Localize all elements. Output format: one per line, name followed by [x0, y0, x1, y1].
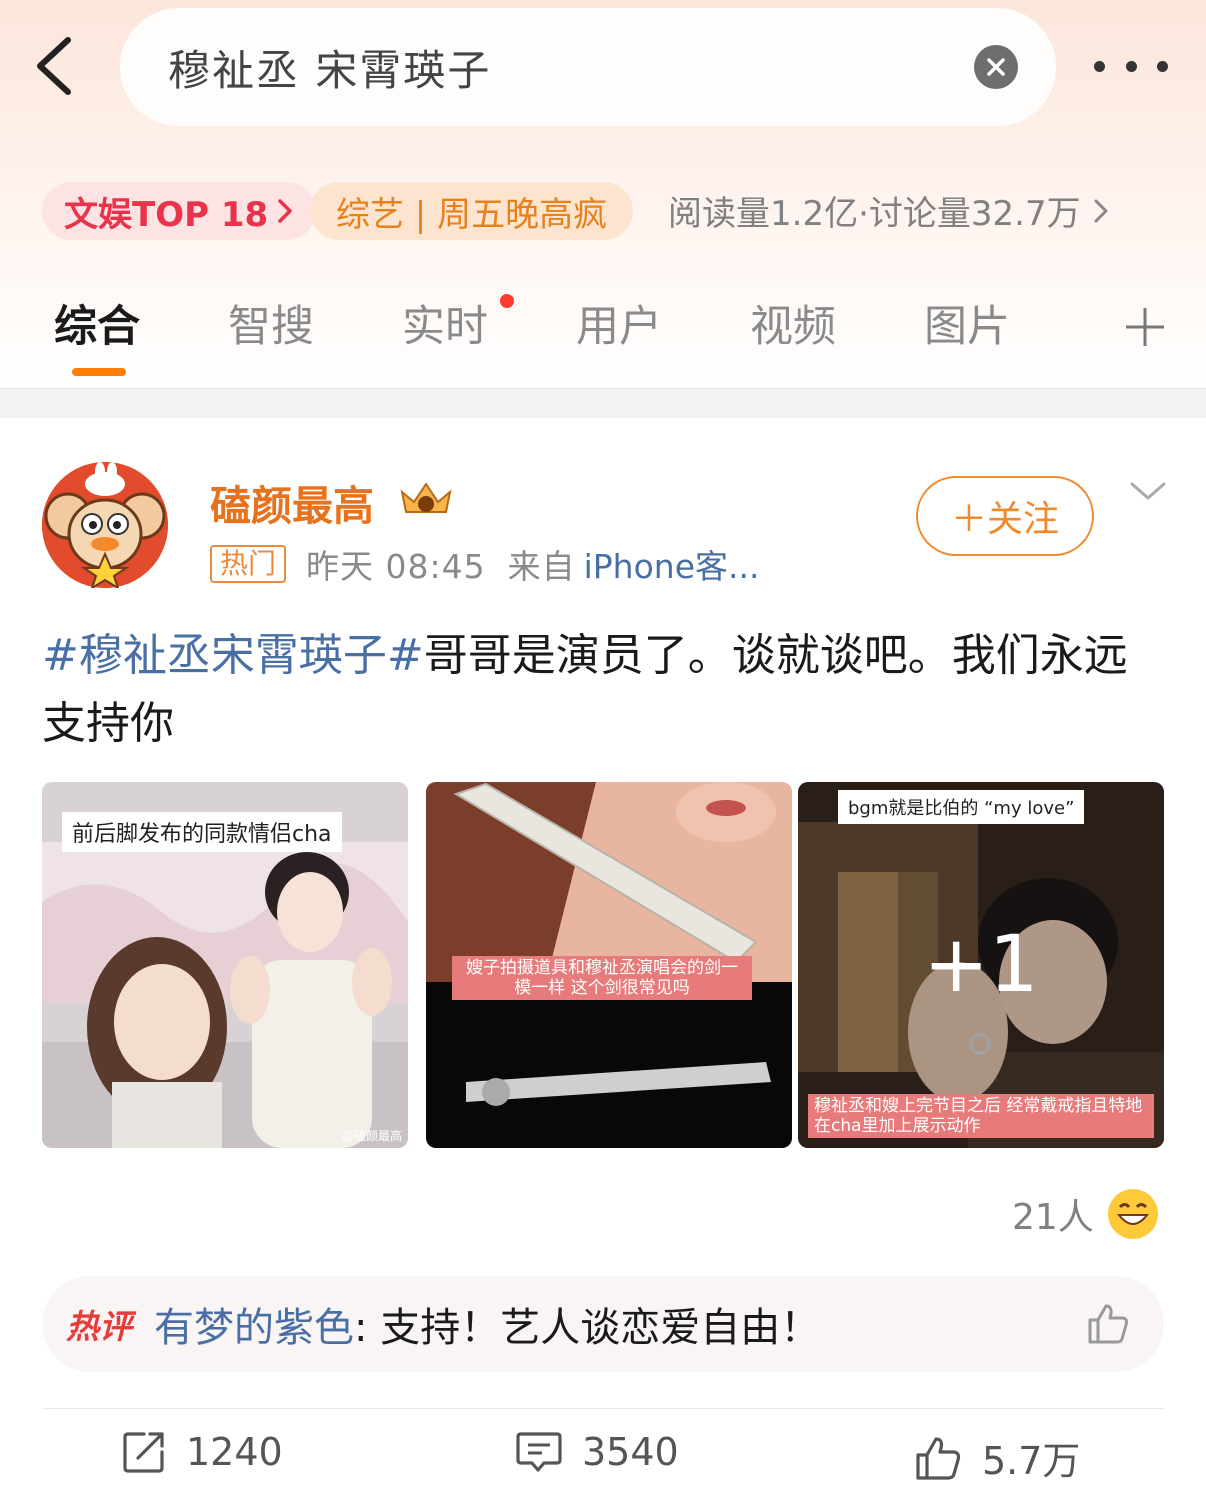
- search-input[interactable]: 穆祉丞 宋霄瑛子: [120, 8, 1056, 126]
- tab-images[interactable]: 图片: [924, 292, 1010, 354]
- post-image-2[interactable]: 嫂子拍摄道具和穆祉丞演唱会的剑一模一样 这个剑很常见吗: [426, 782, 792, 1148]
- active-tab-indicator: [72, 368, 126, 376]
- hot-comment[interactable]: 热评 有梦的紫色 : 支持！艺人谈恋爱自由！: [42, 1276, 1164, 1372]
- rank-label: 文娱TOP 18: [64, 194, 269, 235]
- comment-count: 3540: [582, 1430, 679, 1474]
- author-name[interactable]: 磕颜最高: [210, 472, 374, 532]
- chevron-right-icon: [278, 199, 292, 223]
- add-tab-icon[interactable]: [1124, 306, 1166, 348]
- repost-icon: [123, 1432, 164, 1473]
- post-hashtag[interactable]: #穆祉丞宋霄瑛子#: [42, 630, 424, 681]
- cartoon-mouse-avatar-icon: [42, 462, 168, 591]
- search-query: 穆祉丞 宋霄瑛子: [168, 45, 492, 95]
- crown-badge-icon: [400, 482, 452, 513]
- post-time: 昨天 08:45: [306, 547, 486, 586]
- hot-tag: 热门: [210, 545, 287, 583]
- like-button[interactable]: 5.7万: [914, 1430, 1080, 1485]
- dot-icon: [1094, 60, 1105, 72]
- laugh-emoji-icon: [1107, 1189, 1158, 1239]
- dot-icon: [1125, 60, 1137, 72]
- comment-button[interactable]: 3540: [516, 1430, 679, 1474]
- dot-icon: [1157, 60, 1168, 72]
- source-prefix: 来自: [507, 547, 576, 586]
- chevron-right-icon: [1094, 199, 1108, 222]
- post-meta: 热门 昨天 08:45 来自 iPhone客...: [210, 540, 759, 588]
- post-source[interactable]: iPhone客...: [584, 540, 760, 588]
- post-image-3[interactable]: bgm就是比伯的 “my love” 穆祉丞和嫂上完节目之后 经常戴戒指且特地在…: [798, 782, 1164, 1148]
- image-caption: 前后脚发布的同款情侣cha: [62, 812, 342, 852]
- image-watermark: @磕颜最高: [341, 1129, 402, 1143]
- tab-smart-search[interactable]: 智搜: [228, 292, 314, 354]
- topic-stats[interactable]: 阅读量1.2亿·讨论量32.7万: [668, 186, 1111, 235]
- repost-count: 1240: [186, 1430, 283, 1474]
- category-label: 综艺 | 周五晚高疯: [336, 194, 608, 235]
- post-image-1[interactable]: 前后脚发布的同款情侣cha @磕颜最高: [42, 782, 408, 1148]
- close-icon: [987, 58, 1005, 76]
- chevron-left-icon: [37, 37, 71, 95]
- image-caption: 嫂子拍摄道具和穆祉丞演唱会的剑一模一样 这个剑很常见吗: [452, 956, 752, 1000]
- tab-comprehensive[interactable]: 综合: [54, 292, 140, 354]
- search-tabs: 综合 智搜 实时 用户 视频 图片: [0, 292, 1206, 372]
- section-divider: [0, 388, 1206, 418]
- realtime-notification-dot: [500, 294, 514, 308]
- post-body: #穆祉丞宋霄瑛子#哥哥是演员了。谈就谈吧。我们永远支持你: [42, 622, 1167, 758]
- like-count: 5.7万: [982, 1439, 1081, 1483]
- tab-realtime[interactable]: 实时: [402, 292, 488, 354]
- reaction-count: 21人: [1012, 1197, 1094, 1238]
- reaction-summary[interactable]: 21人: [1012, 1188, 1158, 1240]
- avatar[interactable]: [42, 462, 168, 591]
- tab-video[interactable]: 视频: [750, 292, 836, 354]
- more-options-button[interactable]: [1094, 52, 1168, 80]
- more-images-count: +1: [923, 920, 1039, 1010]
- comment-text: : 支持！艺人谈恋爱自由！: [354, 1305, 821, 1351]
- thumbs-up-icon: [916, 1436, 961, 1480]
- category-chip[interactable]: 综艺 | 周五晚高疯: [310, 182, 634, 240]
- repost-button[interactable]: 1240: [122, 1430, 283, 1474]
- tab-users[interactable]: 用户: [576, 292, 662, 354]
- thumbs-up-icon[interactable]: [1086, 1302, 1130, 1346]
- rank-chip[interactable]: 文娱TOP 18: [42, 182, 317, 240]
- comment-author[interactable]: 有梦的紫色: [154, 1295, 354, 1353]
- follow-button[interactable]: ＋关注: [916, 476, 1094, 556]
- comment-icon: [516, 1432, 562, 1472]
- chevron-down-icon[interactable]: [1128, 476, 1168, 506]
- back-button[interactable]: [30, 30, 86, 102]
- clear-search-button[interactable]: [974, 45, 1018, 89]
- hot-comment-label: 热评: [66, 1307, 132, 1346]
- action-divider: [42, 1408, 1164, 1409]
- stats-text: 阅读量1.2亿·讨论量32.7万: [668, 194, 1081, 234]
